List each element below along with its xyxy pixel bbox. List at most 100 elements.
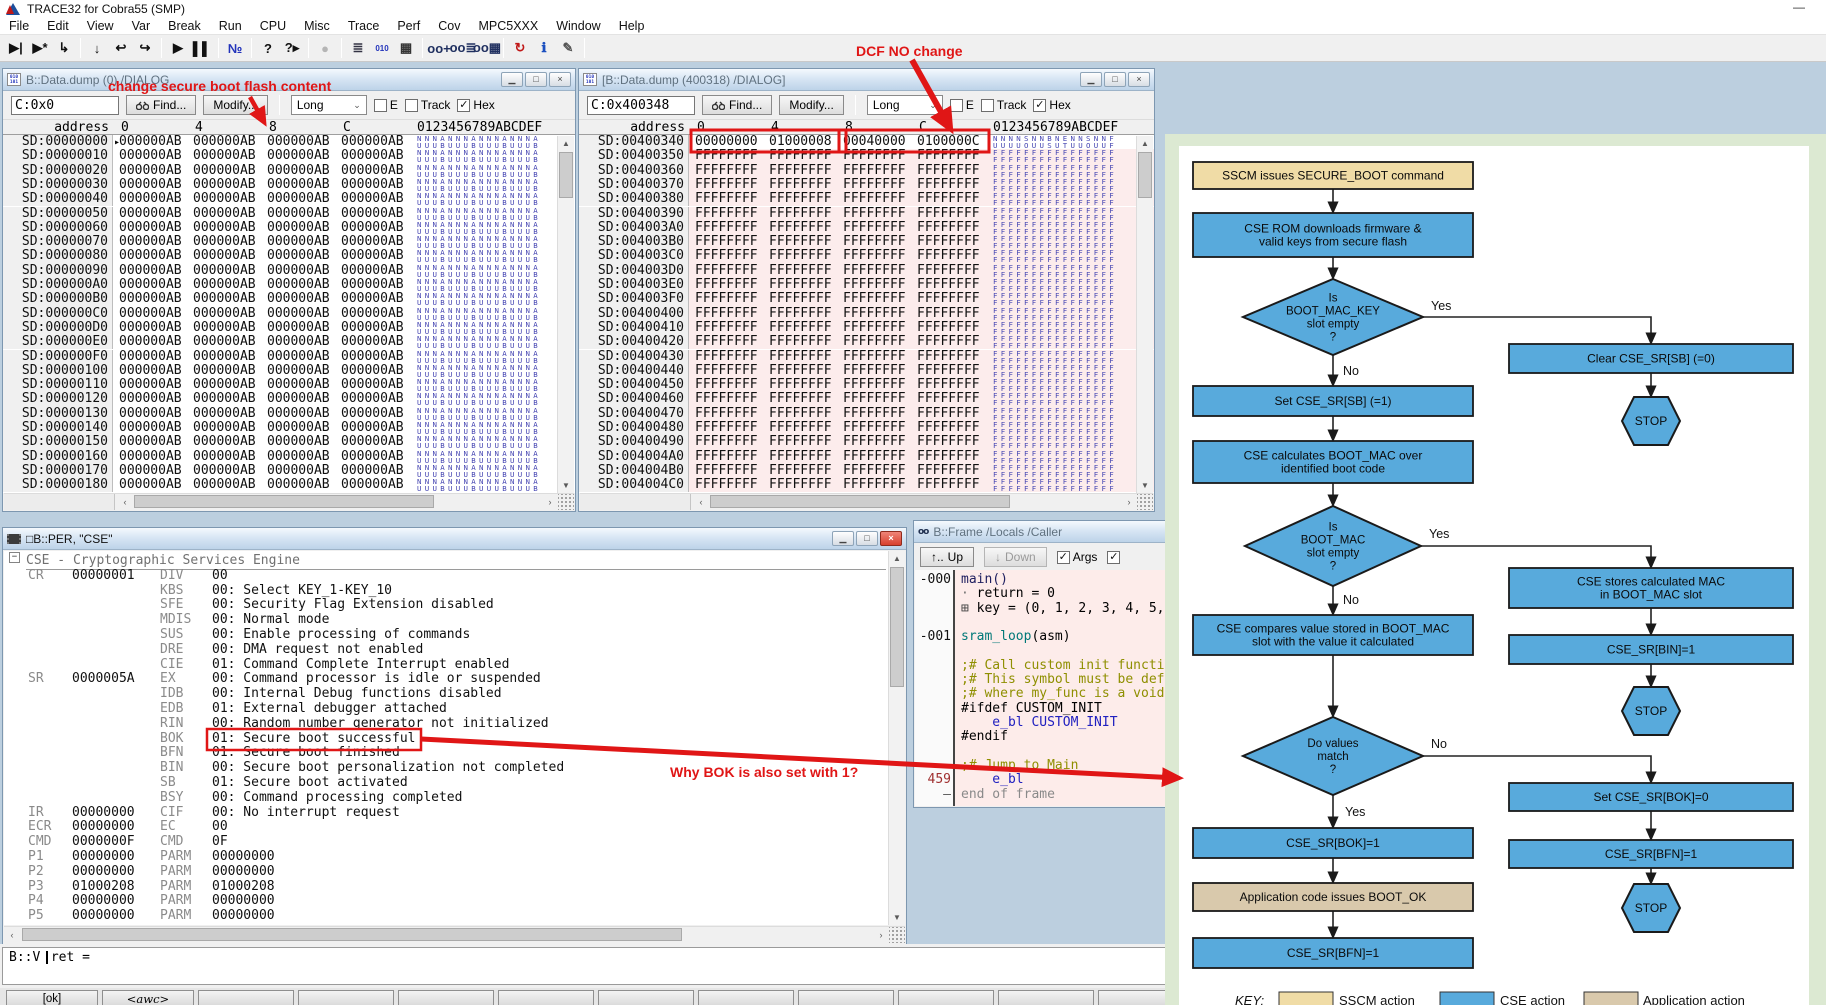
dump-row[interactable]: SD:00400390 FFFFFFFF FFFFFFFF FFFFFFFF FFFFF…	[579, 206, 1154, 221]
per-register-line[interactable]: P2 00000000 PARM 00000000	[4, 864, 889, 880]
dump2-minimize-button[interactable]: ▁	[1080, 72, 1102, 87]
dump-row[interactable]: SD:00000130 000000AB 000000AB 000000AB 00000…	[3, 406, 575, 421]
softkey-blank[interactable]	[498, 990, 594, 1005]
scroll-thumb[interactable]	[1138, 152, 1152, 198]
dump-row[interactable]: SD:00000070 000000AB 000000AB 000000AB 00000…	[3, 234, 575, 249]
dump2-horizontal-scrollbar[interactable]: ‹ ›	[580, 493, 1153, 510]
softkey-blank[interactable]	[198, 990, 294, 1005]
dump-row[interactable]: SD:00000150 000000AB 000000AB 000000AB 00000…	[3, 434, 575, 450]
per-register-line[interactable]: DRE 00: DMA request not enabled	[4, 642, 889, 658]
stop-icon[interactable]: ●	[313, 37, 337, 59]
dump-row[interactable]: SD:00400420 FFFFFFFF FFFFFFFF FFFFFFFF FFFFF…	[579, 334, 1154, 350]
frame-code-line[interactable]: main()	[961, 572, 1008, 587]
frame-code-line[interactable]: ⊞ key = (0, 1, 2, 3, 4, 5,	[961, 601, 1165, 616]
dump-row[interactable]: SD:00400450 FFFFFFFF FFFFFFFF FFFFFFFF FFFFF…	[579, 377, 1154, 392]
menu-misc[interactable]: Misc	[295, 18, 339, 35]
dump-row[interactable]: SD:004003E0 FFFFFFFF FFFFFFFF FFFFFFFF FFFFF…	[579, 277, 1154, 292]
dump2-e-checkbox[interactable]: E	[949, 98, 974, 112]
dump-row[interactable]: SD:004003D0 FFFFFFFF FFFFFFFF FFFFFFFF FFFFF…	[579, 263, 1154, 278]
dump-row[interactable]: SD:00000040 000000AB 000000AB 000000AB 00000…	[3, 191, 575, 207]
dump-row[interactable]: SD:00000000 ▸ 000000AB 000000AB 000000AB 0000…	[3, 135, 575, 149]
peripheral-icon[interactable]: ▦	[394, 37, 418, 59]
scroll-right-arrow[interactable]: ›	[542, 494, 558, 510]
dump1-size-select[interactable]: Long ⌄	[290, 95, 367, 115]
per-register-line[interactable]: P5 00000000 PARM 00000000	[4, 908, 889, 924]
frame-code-line[interactable]: ;# This symbol must be def	[961, 672, 1165, 687]
dump-row[interactable]: SD:004004B0 FFFFFFFF FFFFFFFF FFFFFFFF FFFFF…	[579, 463, 1154, 478]
dump1-track-checkbox[interactable]: Track	[404, 98, 450, 112]
dump-row[interactable]: SD:004003F0 FFFFFFFF FFFFFFFF FFFFFFFF FFFFF…	[579, 291, 1154, 307]
per-horizontal-scrollbar[interactable]: ‹ ›	[4, 926, 905, 943]
dump2-close-button[interactable]: ×	[1128, 72, 1150, 87]
frame-code-line[interactable]: e_bl	[961, 773, 1023, 787]
dump-row[interactable]: SD:00000090 000000AB 000000AB 000000AB 00000…	[3, 263, 575, 278]
dump1-modify-button[interactable]: Modify...	[203, 95, 268, 115]
per-register-line[interactable]: P3 01000208 PARM 01000208	[4, 879, 889, 895]
dump1-find-button[interactable]: Find...	[126, 95, 197, 115]
scroll-left-arrow[interactable]: ‹	[4, 927, 20, 943]
per-register-line[interactable]: IR 00000000 CIF 00: No interrupt request	[4, 805, 889, 821]
per-register-line[interactable]: P1 00000000 PARM 00000000	[4, 849, 889, 865]
menu-cov[interactable]: Cov	[429, 18, 469, 35]
dump-row[interactable]: SD:00000010 000000AB 000000AB 000000AB 00000…	[3, 148, 575, 164]
scroll-up-arrow[interactable]: ▲	[889, 551, 905, 566]
dump1-minimize-button[interactable]: ▁	[501, 72, 523, 87]
go-return-icon[interactable]: ↩	[109, 37, 133, 59]
per-register-line[interactable]: IDB 00: Internal Debug functions disabled	[4, 686, 889, 702]
resize-grip[interactable]	[889, 927, 905, 943]
softkey-blank[interactable]	[398, 990, 494, 1005]
softkey-blank[interactable]	[598, 990, 694, 1005]
dump-row[interactable]: SD:00400410 FFFFFFFF FFFFFFFF FFFFFFFF FFFFF…	[579, 320, 1154, 335]
dump-row[interactable]: SD:00000170 000000AB 000000AB 000000AB 00000…	[3, 463, 575, 478]
dump-row[interactable]: SD:00400460 FFFFFFFF FFFFFFFF FFFFFFFF FFFFF…	[579, 392, 1154, 407]
dump-row[interactable]: SD:00400350 FFFFFFFF FFFFFFFF FFFFFFFF FFFFF…	[579, 148, 1154, 164]
dump-row[interactable]: SD:00400400 FFFFFFFF FFFFFFFF FFFFFFFF FFFFF…	[579, 306, 1154, 321]
dump2-address-input[interactable]: C:0x400348	[587, 95, 695, 115]
frame-titlebar[interactable]: oo B::Frame /Locals /Caller	[914, 521, 1168, 543]
dump2-maximize-button[interactable]: □	[1104, 72, 1126, 87]
per-minimize-button[interactable]: ▁	[832, 531, 854, 546]
frame-up-button[interactable]: ↑.. Up	[920, 547, 975, 567]
per-register-line[interactable]: SR 0000005A EX 00: Command processor is idl…	[4, 672, 889, 687]
data-list-icon[interactable]: ≣	[346, 37, 370, 59]
dump-row[interactable]: SD:004004A0 FFFFFFFF FFFFFFFF FFFFFFFF FFFFF…	[579, 449, 1154, 464]
softkey-hint[interactable]: <awc>	[102, 990, 194, 1005]
dump1-vertical-scrollbar[interactable]: ▲ ▼	[557, 136, 574, 493]
menu-cpu[interactable]: CPU	[251, 18, 295, 35]
menu-view[interactable]: View	[78, 18, 123, 35]
dump-row[interactable]: SD:00000140 000000AB 000000AB 000000AB 00000…	[3, 420, 575, 435]
softkey-blank[interactable]	[698, 990, 794, 1005]
dump-row[interactable]: SD:000000F0 000000AB 000000AB 000000AB 00000…	[3, 349, 575, 364]
dump-row[interactable]: SD:00400360 FFFFFFFF FFFFFFFF FFFFFFFF FFFFF…	[579, 163, 1154, 178]
scroll-right-arrow[interactable]: ›	[1121, 494, 1137, 510]
scroll-down-arrow[interactable]: ▼	[889, 910, 905, 925]
menu-help[interactable]: Help	[610, 18, 654, 35]
frame-code-line[interactable]: sram_loop(asm)	[961, 630, 1071, 644]
dump-row[interactable]: SD:004004C0 FFFFFFFF FFFFFFFF FFFFFFFF FFFFF…	[579, 477, 1154, 493]
per-titlebar[interactable]: □B::PER, "CSE" ▁ □ ×	[3, 528, 906, 550]
dump1-e-checkbox[interactable]: E	[373, 98, 398, 112]
dump1-hex-checkbox[interactable]: ✓ Hex	[457, 98, 495, 112]
symbol-list-icon[interactable]: oo≣	[450, 37, 477, 59]
softkey-ok[interactable]: [ok]	[6, 990, 98, 1005]
frame-code-line[interactable]: ;# Call custom init functio	[961, 658, 1167, 673]
scroll-right-arrow[interactable]: ›	[873, 927, 889, 943]
mode-icon[interactable]: №	[223, 37, 247, 59]
dump-row[interactable]: SD:00000080 000000AB 000000AB 000000AB 00000…	[3, 249, 575, 264]
per-register-line[interactable]: MDIS 00: Normal mode	[4, 612, 889, 628]
scroll-thumb[interactable]	[134, 495, 434, 508]
per-register-line[interactable]: SUS 00: Enable processing of commands	[4, 627, 889, 643]
dump-row[interactable]: SD:00000120 000000AB 000000AB 000000AB 00000…	[3, 392, 575, 407]
break-icon[interactable]: ▌▌	[190, 37, 214, 59]
dump-row[interactable]: SD:00400340 00000000 01000008 00040000 01000…	[579, 135, 1154, 149]
menu-trace[interactable]: Trace	[339, 18, 389, 35]
scroll-thumb[interactable]	[559, 152, 573, 198]
info-icon[interactable]: ℹ	[532, 37, 556, 59]
go-till-icon[interactable]: ↓	[85, 37, 109, 59]
dump-row[interactable]: SD:000000C0 000000AB 000000AB 000000AB 00000…	[3, 306, 575, 321]
dump1-close-button[interactable]: ×	[549, 72, 571, 87]
dump-row[interactable]: SD:00000020 000000AB 000000AB 000000AB 00000…	[3, 163, 575, 178]
scroll-left-arrow[interactable]: ‹	[117, 494, 133, 510]
dump-row[interactable]: SD:000000B0 000000AB 000000AB 000000AB 00000…	[3, 291, 575, 307]
menu-run[interactable]: Run	[210, 18, 251, 35]
